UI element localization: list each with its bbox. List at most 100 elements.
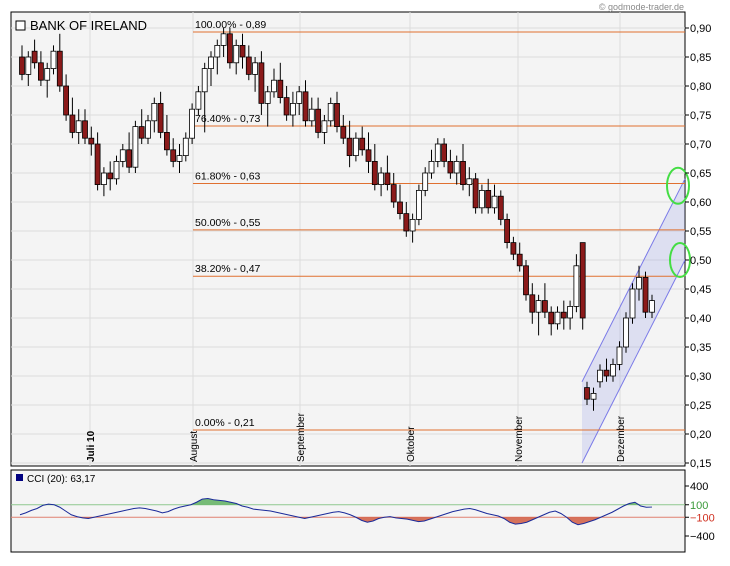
y-tick-label: 0,50: [690, 255, 711, 267]
y-tick-label: 0,30: [690, 371, 711, 383]
x-tick-label: Juli 10: [86, 430, 97, 462]
candle-body: [415, 189, 422, 220]
candle-body: [252, 62, 259, 75]
x-tick-label: November: [514, 415, 525, 462]
y-tick-label: 0,80: [690, 81, 711, 93]
candle-body: [535, 300, 542, 313]
candle-body: [485, 189, 492, 209]
candle-body: [371, 160, 378, 185]
candle-body: [119, 149, 126, 162]
candle-body: [378, 172, 385, 186]
candle-body: [334, 103, 340, 128]
candle-body: [554, 311, 561, 325]
candle-body: [616, 346, 623, 365]
candle-body: [352, 137, 359, 156]
watermark: © godmode-trader.de: [599, 2, 684, 12]
candle-body: [359, 137, 366, 151]
candle-body: [597, 369, 603, 383]
candle-body: [88, 137, 95, 145]
candle-body: [163, 131, 170, 151]
candle-body: [233, 45, 240, 64]
candle-body: [19, 56, 25, 75]
candle-body: [636, 276, 642, 290]
candle-body: [548, 311, 555, 325]
candle-body: [629, 288, 636, 319]
candle-body: [264, 91, 271, 104]
candle-body: [346, 137, 353, 156]
candle-body: [649, 300, 655, 313]
candle-body: [397, 201, 403, 214]
fib-label: 61.80% - 0,63: [195, 170, 261, 182]
candle-body: [340, 126, 347, 139]
candle-body: [182, 137, 189, 156]
fib-label: 100.00% - 0,89: [195, 19, 266, 31]
candle-body: [239, 45, 246, 58]
candle-body: [472, 178, 479, 209]
candle-body: [504, 218, 511, 243]
chart-root: 100.00% - 0,89 76.40% - 0,73 61.80% - 0,63…: [0, 0, 730, 561]
candle-body: [271, 79, 277, 93]
candle-body: [302, 91, 309, 122]
candle-body: [94, 143, 101, 185]
y-tick-label: 0,40: [690, 313, 711, 325]
candle-body: [623, 317, 629, 348]
candle-body: [365, 149, 372, 162]
candle-body: [107, 172, 114, 180]
candle-body: [189, 108, 196, 139]
cci-panel: [10, 469, 686, 553]
cci-legend-swatch: [16, 474, 23, 481]
candle-body: [584, 387, 590, 400]
candle-body: [321, 120, 328, 133]
candle-body: [296, 91, 303, 104]
candle-body: [195, 91, 202, 110]
candle-body: [258, 62, 265, 104]
chart-title: BANK OF IRELAND: [30, 18, 147, 33]
candle-body: [277, 79, 284, 98]
candle-body: [567, 305, 573, 319]
candle-body: [38, 62, 44, 81]
candle-body: [573, 265, 580, 307]
candle-body: [603, 369, 610, 377]
candle-body: [44, 68, 51, 81]
candle-body: [590, 392, 597, 400]
candle-body: [409, 218, 416, 232]
candle-body: [25, 56, 32, 75]
candle-body: [151, 103, 158, 122]
y-tick-label: 0,15: [690, 458, 711, 470]
candle-body: [497, 195, 504, 220]
candle-body: [610, 363, 616, 377]
candle-body: [157, 103, 164, 133]
candle-body: [422, 172, 429, 191]
candle-body: [50, 50, 57, 70]
candle-body: [75, 120, 82, 133]
y-tick-label: 0,90: [690, 23, 711, 35]
candle-body: [434, 143, 441, 162]
candle-body: [31, 50, 38, 64]
candle-body: [466, 178, 473, 186]
candle-body: [315, 108, 322, 133]
candle-body: [226, 33, 233, 64]
y-tick-label: 0,45: [690, 284, 711, 296]
candle-body: [579, 242, 586, 319]
x-tick-label: Dezember: [616, 415, 627, 462]
candle-body: [403, 213, 410, 232]
candle-body: [69, 114, 76, 133]
y-tick-label: 0,20: [690, 429, 711, 441]
chart-svg: 100.00% - 0,8976.40% - 0,7361.80% - 0,63…: [10, 2, 715, 553]
candle-body: [441, 143, 448, 162]
candle-body: [491, 195, 498, 209]
candle-body: [453, 160, 460, 174]
candle-body: [460, 160, 466, 185]
candle-body: [327, 103, 334, 122]
cci-tick-label: −100: [690, 512, 715, 524]
candle-body: [308, 108, 315, 122]
candle-body: [176, 155, 183, 162]
candle-body: [63, 85, 69, 116]
candle-body: [170, 149, 177, 162]
candle-body: [283, 97, 290, 116]
y-tick-label: 0,75: [690, 110, 711, 122]
cci-title: CCI (20): 63,17: [27, 474, 96, 485]
candle-body: [529, 294, 536, 313]
y-tick-label: 0,85: [690, 52, 711, 64]
y-tick-label: 0,60: [690, 197, 711, 209]
